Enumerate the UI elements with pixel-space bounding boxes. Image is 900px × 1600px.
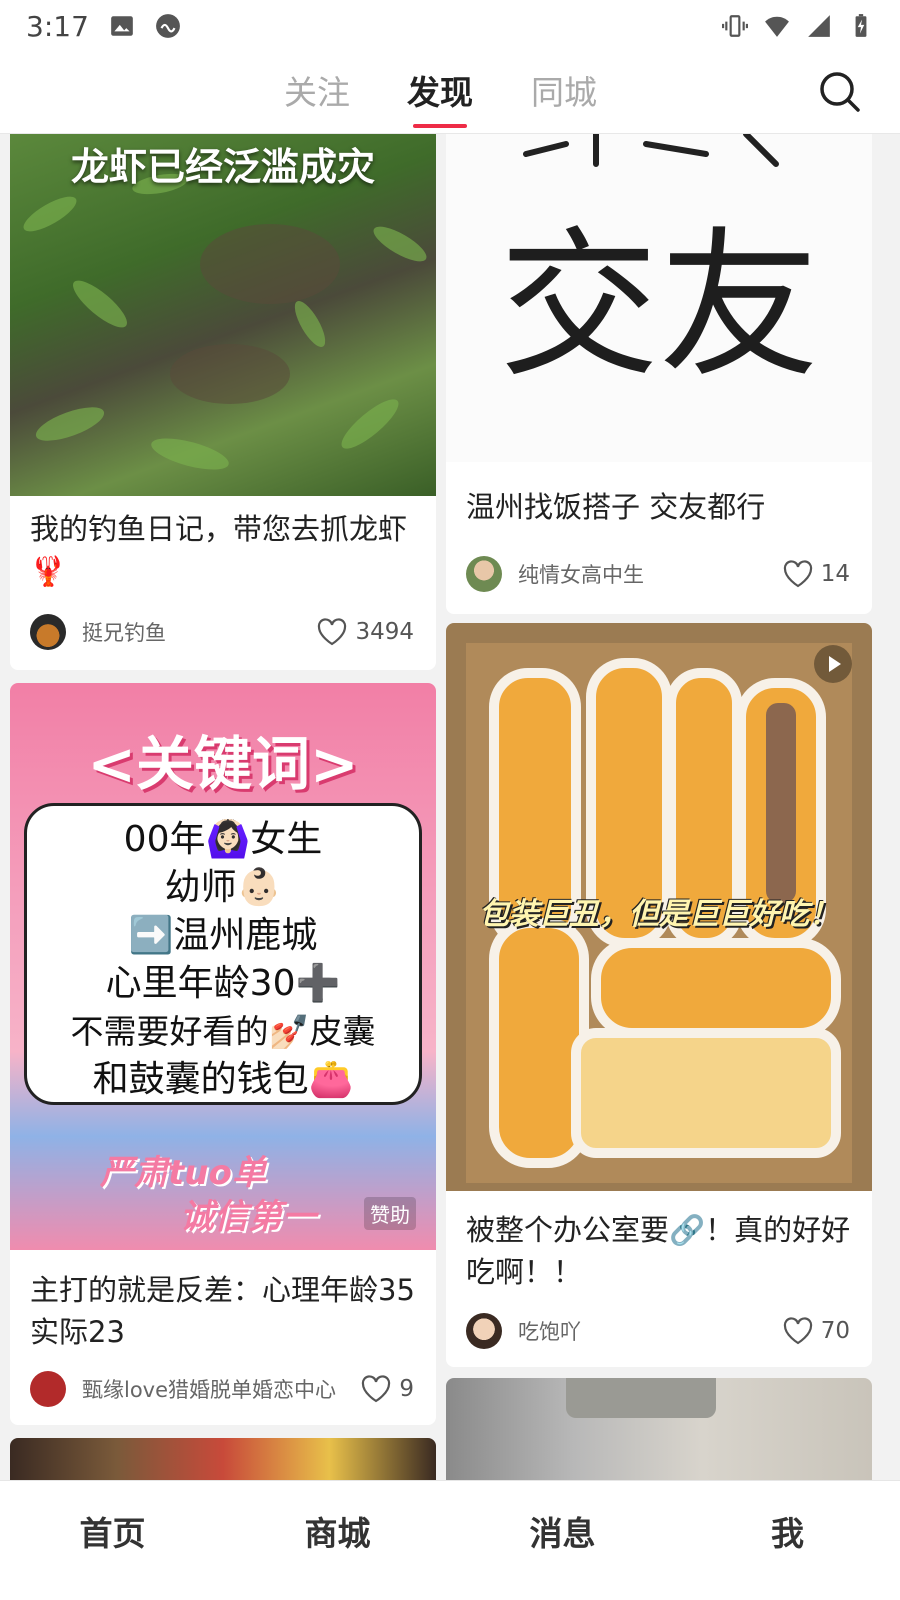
card-footer: 纯情女高中生 14 <box>466 554 850 594</box>
card-footer: 挺兄钓鱼 3494 <box>30 612 414 652</box>
signal-icon <box>808 15 830 37</box>
card-image <box>446 1378 872 1480</box>
card-image: 龙虾已经泛滥成灾 <box>10 134 436 496</box>
image-icon <box>111 16 133 36</box>
card-image: 交友 <box>446 134 872 462</box>
feed-card[interactable]: 包装巨丑，但是巨巨好吃！ 被整个办公室要🔗！真的好好吃啊！！ 吃饱吖 70 <box>446 623 872 1367</box>
like-count: 3494 <box>355 619 414 645</box>
bubble-line: ➡️温州鹿城 <box>128 915 318 956</box>
image-caption: 包装巨丑，但是巨巨好吃！ <box>479 897 839 932</box>
tab-label: 发现 <box>407 73 473 112</box>
like-button[interactable]: 9 <box>361 1375 414 1403</box>
vibrate-icon <box>722 15 748 37</box>
author-name[interactable]: 甄缘love猎婚脱单婚恋中心 <box>82 1374 361 1404</box>
wifi-icon <box>765 16 789 37</box>
tab-active-indicator <box>413 124 467 128</box>
tab-label: 同城 <box>531 73 597 112</box>
card-title: 温州找饭搭子 交友都行 <box>466 490 766 524</box>
like-count: 9 <box>399 1376 414 1402</box>
avatar[interactable] <box>30 1371 66 1407</box>
search-icon[interactable] <box>818 70 862 114</box>
slogan-line: 严肃tuo单 <box>100 1153 266 1193</box>
bubble-line: 00年🙆🏻‍♀️女生 <box>123 819 323 860</box>
speech-bubble: 00年🙆🏻‍♀️女生 幼师👶🏻 ➡️温州鹿城 心里年龄30➕ 不需要好看的💅🏻皮… <box>24 803 422 1105</box>
sponsored-badge: 赞助 <box>364 1197 416 1230</box>
tab-follow[interactable]: 关注 <box>284 66 350 114</box>
heart-icon <box>783 1317 812 1345</box>
slogan-line: 诚信第一 <box>180 1197 316 1237</box>
feed-card[interactable] <box>446 1378 872 1480</box>
card-image: 包装巨丑，但是巨巨好吃！ <box>446 623 872 1191</box>
author-name[interactable]: 纯情女高中生 <box>518 559 783 589</box>
card-footer: 甄缘love猎婚脱单婚恋中心 9 <box>30 1369 414 1409</box>
like-button[interactable]: 14 <box>783 560 850 588</box>
card-footer: 吃饱吖 70 <box>466 1311 850 1351</box>
avatar[interactable] <box>466 556 502 592</box>
nav-messages[interactable]: 消息 <box>450 1481 675 1600</box>
heart-icon <box>783 560 812 588</box>
feed-card[interactable] <box>10 1438 436 1480</box>
nav-me[interactable]: 我 <box>675 1481 900 1600</box>
status-bar: 3:17 <box>0 0 900 52</box>
card-title: 被整个办公室要🔗！真的好好吃啊！！ <box>466 1213 851 1289</box>
nav-home[interactable]: 首页 <box>0 1481 225 1600</box>
tab-discover[interactable]: 发现 <box>407 66 473 128</box>
card-image <box>10 1438 436 1480</box>
bubble-line: 幼师👶🏻 <box>164 867 282 908</box>
avatar[interactable] <box>466 1313 502 1349</box>
video-indicator <box>814 645 852 683</box>
heart-icon <box>318 618 347 646</box>
battery-icon <box>855 14 867 37</box>
like-button[interactable]: 70 <box>783 1317 850 1345</box>
feed-card[interactable]: 龙虾已经泛滥成灾 我的钓鱼日记，带您去抓龙虾🦞 挺兄钓鱼 3494 <box>10 134 436 670</box>
like-count: 14 <box>820 561 850 587</box>
feed-card[interactable]: <关键词> 00年🙆🏻‍♀️女生 幼师👶🏻 ➡️温州鹿城 心里年龄30➕ 不需要… <box>10 683 436 1425</box>
image-text: 交友 <box>498 212 819 399</box>
tab-label: 关注 <box>284 73 350 112</box>
feed-card[interactable]: 交友 温州找饭搭子 交友都行 纯情女高中生 14 <box>446 134 872 614</box>
avatar[interactable] <box>30 614 66 650</box>
like-button[interactable]: 3494 <box>317 618 414 646</box>
keyword-heading: <关键词> <box>87 730 359 798</box>
image-caption: 龙虾已经泛滥成灾 <box>70 145 375 189</box>
nav-mall[interactable]: 商城 <box>225 1481 450 1600</box>
play-icon <box>829 656 841 672</box>
heart-icon <box>362 1375 391 1403</box>
like-count: 70 <box>820 1318 850 1344</box>
card-title: 我的钓鱼日记，带您去抓龙虾🦞 <box>30 512 408 588</box>
card-image: <关键词> 00年🙆🏻‍♀️女生 幼师👶🏻 ➡️温州鹿城 心里年龄30➕ 不需要… <box>10 683 436 1250</box>
author-name[interactable]: 挺兄钓鱼 <box>82 617 317 647</box>
card-title: 主打的就是反差：心理年龄35 实际23 <box>30 1273 415 1349</box>
bottom-nav: 首页 商城 消息 我 <box>0 1480 900 1600</box>
bubble-line: 和鼓囊的钱包👛 <box>92 1059 354 1100</box>
top-nav: 关注 发现 同城 <box>0 52 900 134</box>
tab-local[interactable]: 同城 <box>531 66 597 114</box>
bubble-line: 心里年龄30➕ <box>105 963 341 1004</box>
author-name[interactable]: 吃饱吖 <box>518 1316 783 1346</box>
status-time: 3:17 <box>26 9 89 43</box>
image-object <box>566 1378 716 1418</box>
bubble-line: 不需要好看的💅🏻皮囊 <box>70 1012 376 1051</box>
discover-feed[interactable]: 龙虾已经泛滥成灾 我的钓鱼日记，带您去抓龙虾🦞 挺兄钓鱼 3494 交友 温州找… <box>0 134 900 1480</box>
app-icon <box>155 14 180 38</box>
